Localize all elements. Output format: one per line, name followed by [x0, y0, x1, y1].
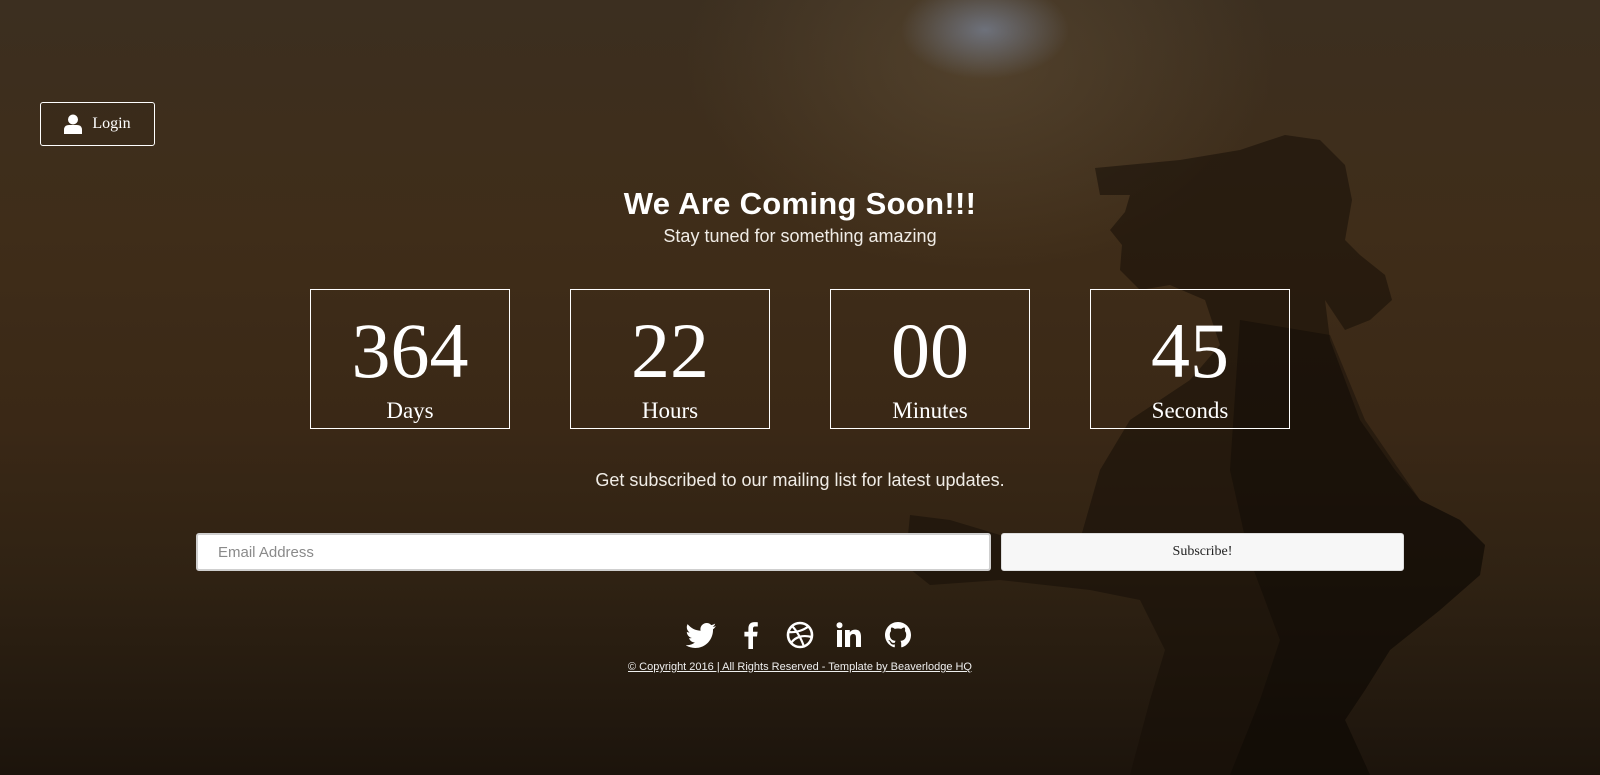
social-links [0, 620, 1600, 650]
login-button[interactable]: Login [40, 102, 155, 146]
user-icon [64, 114, 83, 134]
dribbble-link[interactable] [784, 620, 816, 650]
twitter-link[interactable] [685, 620, 718, 650]
countdown-minutes: 00 Minutes [830, 289, 1030, 429]
login-label: Login [92, 115, 131, 132]
page-title: We Are Coming Soon!!! [623, 186, 977, 221]
linkedin-icon [836, 622, 861, 647]
countdown-unit: Days [386, 398, 434, 423]
copyright-link[interactable]: © Copyright 2016 | All Rights Reserved -… [0, 661, 1600, 673]
countdown-value: 22 [631, 307, 709, 394]
countdown-timer: 364 Days 22 Hours 00 Minutes 45 Seconds [310, 289, 1290, 429]
facebook-icon [744, 622, 758, 649]
countdown-unit: Minutes [892, 398, 968, 423]
countdown-unit: Seconds [1151, 398, 1229, 423]
subscribe-button[interactable]: Subscribe! [1001, 533, 1404, 571]
countdown-value: 00 [891, 307, 969, 394]
page-subtitle: Stay tuned for something amazing [663, 226, 937, 246]
twitter-icon [685, 623, 716, 648]
countdown-hours: 22 Hours [570, 289, 770, 429]
linkedin-link[interactable] [833, 620, 865, 650]
countdown-value: 45 [1151, 307, 1229, 394]
countdown-unit: Hours [641, 398, 699, 423]
mailing-list-text: Get subscribed to our mailing list for l… [595, 470, 1005, 490]
email-input[interactable] [196, 533, 991, 571]
facebook-link[interactable] [735, 620, 767, 650]
dribbble-icon [786, 621, 814, 649]
github-icon [885, 622, 911, 648]
countdown-days: 364 Days [310, 289, 510, 429]
countdown-value: 364 [351, 307, 469, 394]
countdown-seconds: 45 Seconds [1090, 289, 1290, 429]
github-link[interactable] [882, 620, 914, 650]
